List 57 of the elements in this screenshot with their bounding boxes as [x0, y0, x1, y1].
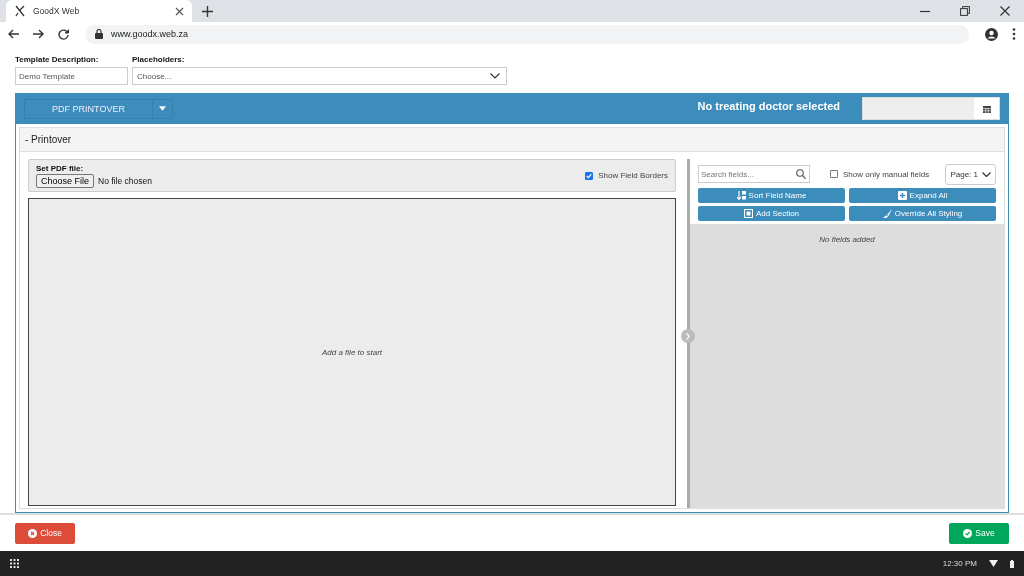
logo-icon [14, 5, 26, 17]
more-icon [1012, 28, 1016, 40]
plus-square-icon [897, 191, 907, 200]
search-icon [796, 169, 806, 179]
brush-icon [882, 209, 892, 218]
wifi-icon [989, 560, 998, 567]
account-icon [985, 27, 998, 41]
description-field[interactable]: Demo Template [15, 67, 128, 85]
section-title: - Printover [25, 134, 72, 145]
sort-icon [736, 191, 746, 200]
toolbar-button[interactable]: Override All Styling [849, 206, 996, 221]
checkbox-label: Show only manual fields [843, 169, 930, 179]
section-icon [743, 209, 753, 218]
close-circle-icon [28, 528, 38, 538]
search-field[interactable]: Search fields... [698, 165, 810, 183]
close-icon [175, 6, 184, 16]
chevron-icon [490, 73, 500, 79]
plus-icon [202, 5, 213, 17]
checkbox[interactable] [830, 170, 838, 178]
battery-icon [1010, 559, 1014, 568]
forward-icon [33, 29, 44, 39]
section-header[interactable]: - Printover [20, 128, 1004, 152]
field-label: Set PDF file: [36, 163, 85, 173]
field-label: Template Description: [15, 55, 100, 64]
placeholders-dropdown[interactable]: Choose... [132, 67, 507, 85]
empty-message: Add a file to start [322, 347, 382, 357]
browser-tab[interactable]: GoodX Web [6, 0, 192, 22]
chevron-icon [686, 332, 690, 340]
tab-title: GoodX Web [33, 6, 81, 16]
toolbar-button[interactable]: Sort Field Name [698, 188, 845, 203]
close-icon [1000, 6, 1010, 16]
doctor-status: No treating doctor selected [697, 99, 840, 112]
check-circle-icon [963, 528, 973, 538]
lock-icon [95, 29, 103, 39]
back-icon [8, 29, 19, 39]
check-icon [586, 172, 593, 179]
close-button[interactable]: Close [15, 522, 75, 544]
clock-time: 12:30 PM [942, 559, 977, 568]
file-status: No file chosen [98, 175, 152, 186]
date-field[interactable] [862, 97, 1000, 120]
expand-handle[interactable] [681, 329, 695, 343]
page-dropdown[interactable]: Page: 1 [945, 163, 996, 185]
apps-icon [10, 559, 19, 568]
choose-file-button[interactable]: Choose File [36, 173, 95, 188]
toolbar-button[interactable]: Expand All [849, 188, 996, 203]
empty-message: No fields added [819, 235, 875, 244]
reload-icon [58, 28, 69, 40]
field-label: Placeholders: [132, 55, 186, 64]
calendar-icon [982, 104, 991, 113]
checkbox[interactable] [585, 171, 594, 180]
toolbar-button[interactable]: Add Section [698, 206, 845, 221]
url-text: www.goodx.web.za [111, 29, 189, 39]
checkbox-label: Show Field Borders [598, 171, 668, 180]
caret-icon [159, 106, 166, 111]
address-bar[interactable]: www.goodx.web.za [85, 24, 969, 44]
chevron-icon [982, 171, 991, 177]
restore-icon [960, 6, 970, 16]
